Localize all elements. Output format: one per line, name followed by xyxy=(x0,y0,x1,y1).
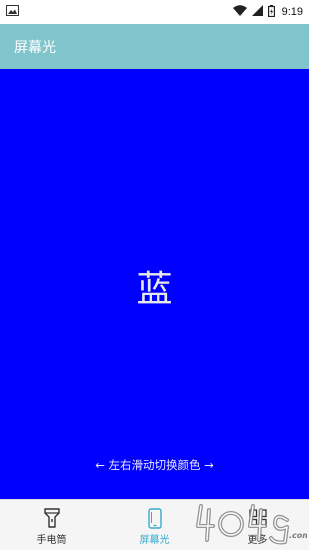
grid-icon xyxy=(248,507,268,529)
status-bar: 9:19 xyxy=(0,0,309,24)
nav-item-more[interactable]: 更多 xyxy=(206,500,309,550)
signal-icon xyxy=(251,5,263,19)
phone-screen-icon xyxy=(145,507,165,529)
flashlight-icon xyxy=(42,507,62,529)
color-name: 蓝 xyxy=(136,269,173,310)
image-icon xyxy=(6,5,19,19)
bottom-nav: 手电筒 屏幕光 更多 xyxy=(0,499,309,550)
wifi-icon xyxy=(232,5,247,19)
swipe-hint: ← 左右滑动切换颜色 → xyxy=(95,458,214,472)
status-time: 9:19 xyxy=(281,6,303,18)
battery-icon xyxy=(267,4,275,20)
nav-item-flashlight[interactable]: 手电筒 xyxy=(0,500,103,550)
app-bar: 屏幕光 xyxy=(0,24,309,69)
page-title: 屏幕光 xyxy=(14,39,56,56)
nav-item-screen-light[interactable]: 屏幕光 xyxy=(103,500,206,550)
color-screen[interactable]: 蓝 ← 左右滑动切换颜色 → xyxy=(0,69,309,499)
nav-label-more: 更多 xyxy=(247,535,268,546)
nav-label-screen-light: 屏幕光 xyxy=(139,535,170,546)
nav-label-flashlight: 手电筒 xyxy=(36,535,67,546)
